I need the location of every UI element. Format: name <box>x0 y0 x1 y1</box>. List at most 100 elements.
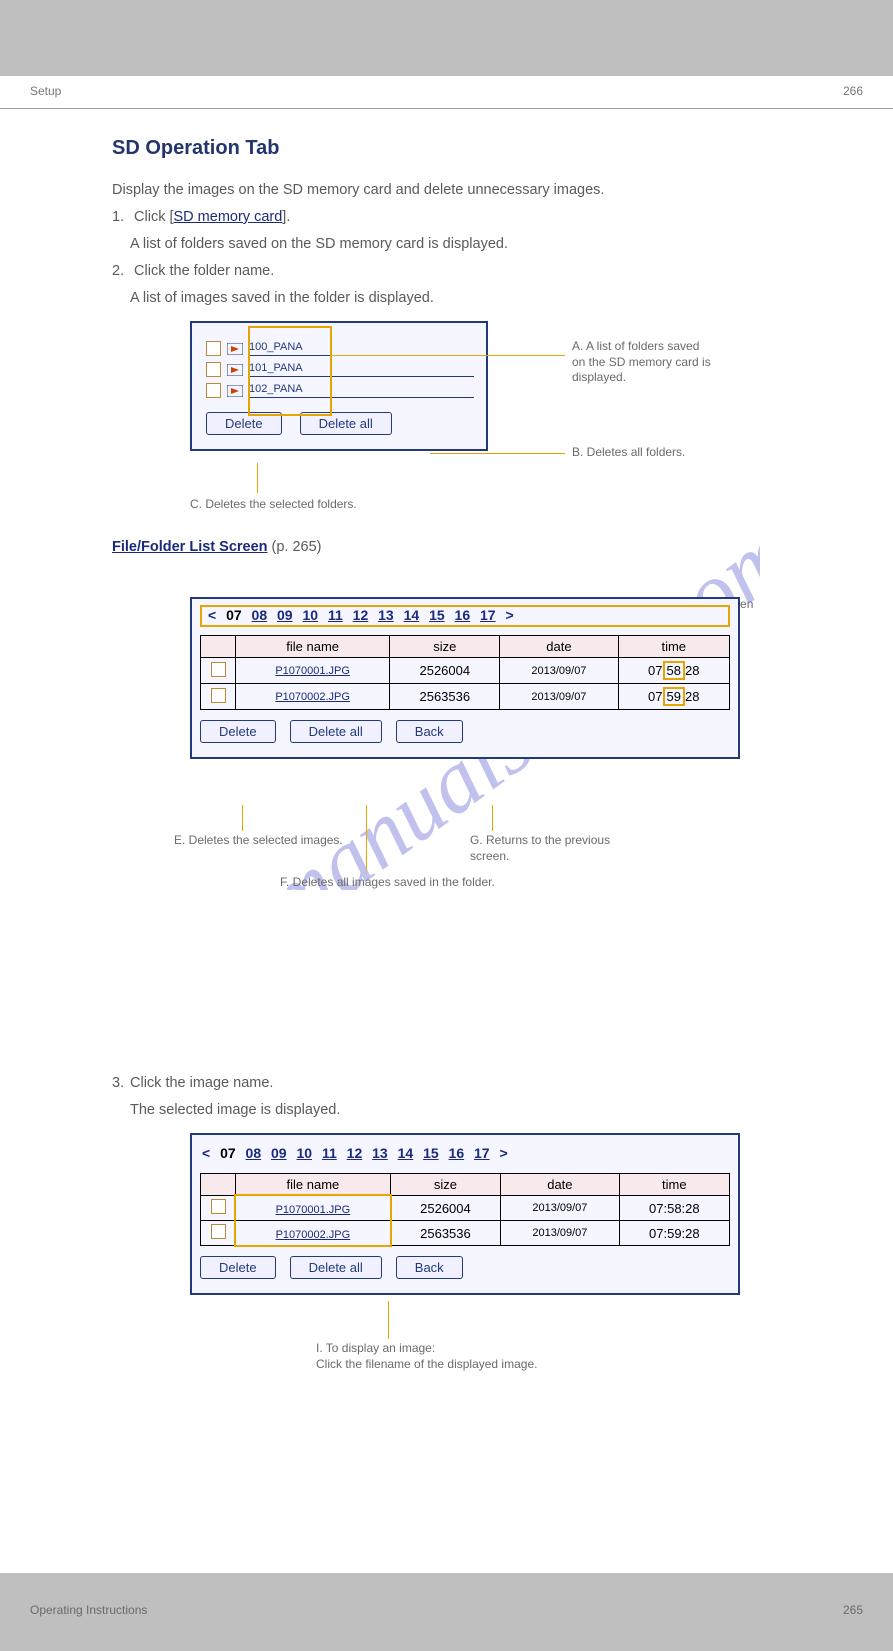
callout-e: E. Deletes the selected images. <box>174 833 343 849</box>
row-checkbox[interactable] <box>211 1199 226 1214</box>
cell-time: 075828 <box>618 658 729 684</box>
row-checkbox[interactable] <box>211 662 226 677</box>
row-checkbox[interactable] <box>211 1224 226 1239</box>
delete-all-button[interactable]: Delete all <box>290 1256 382 1279</box>
intro-paragraph: Display the images on the SD memory card… <box>112 180 781 201</box>
col-filename: file name <box>236 1174 391 1196</box>
folder-row[interactable]: 101_PANA <box>206 362 474 377</box>
cell-date: 2013/09/07 <box>500 684 618 710</box>
file-list-panel-1: < 07 08 09 10 11 12 13 14 15 16 17 > <box>190 597 740 759</box>
pager-page[interactable]: 12 <box>347 1145 363 1161</box>
back-button[interactable]: Back <box>396 1256 463 1279</box>
pager-highlight: < 07 08 09 10 11 12 13 14 15 16 17 > <box>200 605 730 627</box>
callout-c: C. Deletes the selected folders. <box>190 497 357 513</box>
folder-checkbox[interactable] <box>206 383 221 398</box>
pager-prev[interactable]: < <box>208 607 216 623</box>
callout-i: I. To display an image: Click the filena… <box>316 1341 537 1372</box>
step-number-1: 1. <box>112 207 130 228</box>
back-button[interactable]: Back <box>396 720 463 743</box>
cell-date: 2013/09/07 <box>501 1196 620 1221</box>
delete-all-button[interactable]: Delete all <box>290 720 382 743</box>
header-rule <box>0 108 893 109</box>
cell-date: 2013/09/07 <box>501 1221 620 1246</box>
pager-next[interactable]: > <box>505 607 513 623</box>
pager-page[interactable]: 16 <box>449 1145 465 1161</box>
col-size: size <box>390 636 500 658</box>
cell-filename[interactable]: P1070002.JPG <box>236 1221 391 1246</box>
footer-manual: Operating Instructions <box>30 1603 147 1617</box>
pager-page[interactable]: 11 <box>322 1145 337 1161</box>
cell-size: 2526004 <box>390 658 500 684</box>
folder-name[interactable]: 102_PANA <box>249 383 474 398</box>
delete-button[interactable]: Delete <box>200 720 276 743</box>
callout-a: A. A list of folders saved on the SD mem… <box>572 339 711 386</box>
pager-page[interactable]: 10 <box>296 1145 312 1161</box>
pager-page[interactable]: 13 <box>372 1145 388 1161</box>
section-sub: (p. 265) <box>268 539 322 555</box>
step2-text: Click the folder name. <box>134 263 274 279</box>
pager-page[interactable]: 13 <box>378 607 394 623</box>
pager-prev[interactable]: < <box>202 1145 210 1161</box>
folder-row[interactable]: 102_PANA <box>206 383 474 398</box>
delete-button[interactable]: Delete <box>200 1256 276 1279</box>
table-row: P1070001.JPG 2526004 2013/09/07 075828 <box>201 658 730 684</box>
cell-filename[interactable]: P1070001.JPG <box>236 1196 391 1221</box>
pager-page[interactable]: 08 <box>252 607 268 623</box>
table-row: P1070002.JPG 2563536 2013/09/07 075928 <box>201 684 730 710</box>
pager-page[interactable]: 16 <box>455 607 471 623</box>
pager-page[interactable]: 15 <box>429 607 445 623</box>
pager-page[interactable]: 08 <box>246 1145 262 1161</box>
callout-f: F. Deletes all images saved in the folde… <box>280 875 495 891</box>
pager-page[interactable]: 09 <box>277 607 293 623</box>
pager-page[interactable]: 15 <box>423 1145 439 1161</box>
page-title: SD Operation Tab <box>112 137 781 160</box>
folder-name[interactable]: 100_PANA <box>249 341 474 356</box>
pager-current: 07 <box>226 607 242 623</box>
col-size: size <box>390 1174 500 1196</box>
step1-a: Click [ <box>134 209 173 225</box>
pager-page[interactable]: 17 <box>480 607 496 623</box>
pager: < 07 08 09 10 11 12 13 14 15 16 17 > <box>200 1141 730 1165</box>
pager-page[interactable]: 14 <box>404 607 420 623</box>
footer-bar: Operating Instructions 265 <box>0 1573 893 1651</box>
pager-page[interactable]: 12 <box>353 607 369 623</box>
step3: 3.Click the image name. The selected ima… <box>112 1073 781 1121</box>
pager-page[interactable]: 11 <box>328 607 343 623</box>
header-section: Setup <box>30 84 61 98</box>
pager-page[interactable]: 17 <box>474 1145 490 1161</box>
callout-leader <box>388 1301 389 1339</box>
cell-filename[interactable]: P1070002.JPG <box>236 684 390 710</box>
cell-filename[interactable]: P1070001.JPG <box>236 658 390 684</box>
pager-page[interactable]: 10 <box>302 607 318 623</box>
file-table: file name size date time P1070001.JPG 25… <box>200 635 730 710</box>
col-date: date <box>500 636 618 658</box>
folder-row[interactable]: 100_PANA <box>206 341 474 356</box>
folder-checkbox[interactable] <box>206 341 221 356</box>
header-page: 266 <box>843 84 863 98</box>
delete-button[interactable]: Delete <box>206 412 282 435</box>
delete-all-button[interactable]: Delete all <box>300 412 392 435</box>
footer-page: 265 <box>843 1603 863 1617</box>
pager-page[interactable]: 14 <box>398 1145 414 1161</box>
col-time: time <box>618 636 729 658</box>
section-link[interactable]: File/Folder List Screen <box>112 539 268 555</box>
callout-leader <box>330 355 565 356</box>
row-checkbox[interactable] <box>211 688 226 703</box>
col-time: time <box>619 1174 729 1196</box>
pager-next[interactable]: > <box>499 1145 507 1161</box>
pager-page[interactable]: 09 <box>271 1145 287 1161</box>
cell-date: 2013/09/07 <box>500 658 618 684</box>
minute-highlight: 58 <box>663 663 685 678</box>
minute-highlight: 59 <box>663 689 685 704</box>
file-list-panel-2: < 07 08 09 10 11 12 13 14 15 16 17 > <box>190 1133 740 1295</box>
col-checkbox <box>201 636 236 658</box>
header-row: Setup 266 <box>0 76 893 102</box>
sd-card-link[interactable]: SD memory card <box>174 209 283 225</box>
cell-time: 075928 <box>618 684 729 710</box>
intro-text: Display the images on the SD memory card… <box>112 180 781 309</box>
callout-leader <box>492 805 493 831</box>
step3-sub: The selected image is displayed. <box>112 1100 781 1121</box>
folder-name[interactable]: 101_PANA <box>249 362 474 377</box>
folder-checkbox[interactable] <box>206 362 221 377</box>
cell-size: 2563536 <box>390 684 500 710</box>
